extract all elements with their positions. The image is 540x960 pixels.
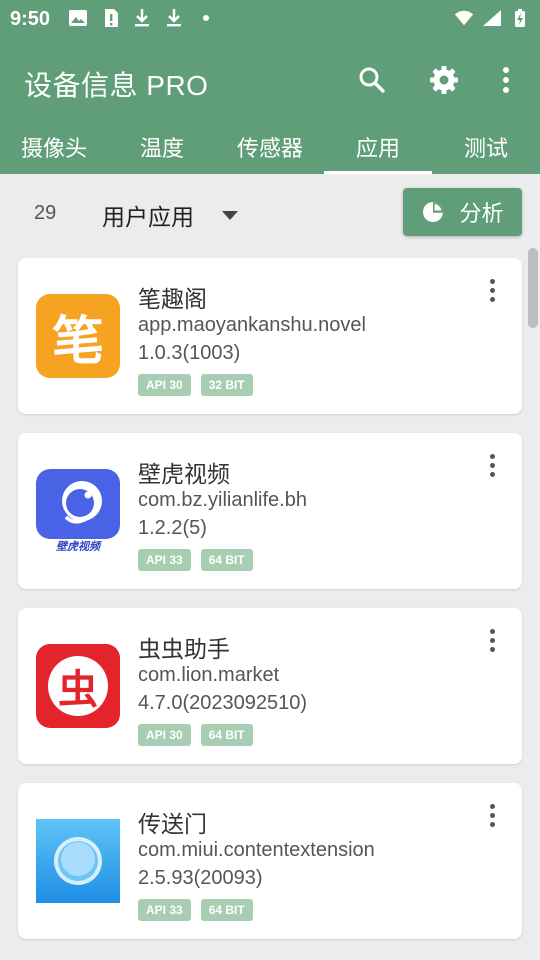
app-name: 壁虎视频 <box>138 461 230 487</box>
more-notifications-icon <box>196 8 216 28</box>
chongchong-app-icon: 虫 <box>36 644 120 728</box>
app-version: 1.0.3(1003) <box>138 342 241 364</box>
tab-camera[interactable]: 摄像头 <box>0 120 108 174</box>
notification-icons <box>68 8 216 28</box>
download-icon <box>132 8 152 28</box>
app-count: 29 <box>34 202 57 224</box>
search-button[interactable] <box>352 60 392 100</box>
app-version: 1.2.2(5) <box>138 517 207 539</box>
biquge-app-icon: 笔 <box>36 294 120 378</box>
app-badges: API 33 64 BIT <box>138 899 253 921</box>
bit-badge: 64 BIT <box>200 549 253 571</box>
app-badges: API 30 64 BIT <box>138 724 253 746</box>
app-badges: API 33 64 BIT <box>138 549 253 571</box>
signal-icon <box>482 8 502 28</box>
app-name: 笔趣阁 <box>138 286 207 312</box>
more-vert-icon <box>489 278 495 284</box>
api-badge: API 33 <box>138 899 191 921</box>
api-badge: API 30 <box>138 724 191 746</box>
more-vert-icon <box>489 453 495 459</box>
dropdown-caret-icon <box>222 210 238 220</box>
app-badges: API 30 32 BIT <box>138 374 253 396</box>
bit-badge: 64 BIT <box>200 724 253 746</box>
bit-badge: 64 BIT <box>200 899 253 921</box>
battery-charging-icon <box>510 8 530 28</box>
app-version: 2.5.93(20093) <box>138 867 263 889</box>
app-package: app.maoyankanshu.novel <box>138 314 366 336</box>
app-type-selected: 用户应用 <box>102 204 194 230</box>
overflow-menu-button[interactable] <box>486 60 526 100</box>
app-title: 设备信息 PRO <box>24 70 209 101</box>
status-bar: 9:50 <box>0 0 540 38</box>
app-package: com.lion.market <box>138 664 280 686</box>
analyze-label: 分析 <box>459 201 504 226</box>
pie-chart-icon <box>423 202 444 222</box>
app-card[interactable]: 虫 虫虫助手 com.lion.market 4.7.0(2023092510)… <box>18 608 522 764</box>
image-icon <box>68 8 88 28</box>
download-icon <box>164 8 184 28</box>
more-vert-icon <box>489 628 495 634</box>
sim-error-icon <box>100 8 120 28</box>
app-more-button[interactable] <box>478 276 506 304</box>
more-vert-icon <box>503 67 509 93</box>
wifi-icon <box>454 8 474 28</box>
gear-icon <box>430 66 458 94</box>
app-package: com.bz.yilianlife.bh <box>138 489 307 511</box>
bihu-app-icon: 壁虎视频 <box>36 469 120 553</box>
filter-bar: 29 用户应用 分析 <box>0 174 540 252</box>
system-icons <box>454 8 530 28</box>
search-icon <box>359 67 385 93</box>
api-badge: API 33 <box>138 549 191 571</box>
settings-button[interactable] <box>424 60 464 100</box>
bit-badge: 32 BIT <box>200 374 253 396</box>
tab-bar: 摄像头 温度 传感器 应用 测试 <box>0 120 540 174</box>
app-card[interactable]: 笔 笔趣阁 app.maoyankanshu.novel 1.0.3(1003)… <box>18 258 522 414</box>
app-more-button[interactable] <box>478 451 506 479</box>
tab-tests[interactable]: 测试 <box>432 120 540 174</box>
app-name: 传送门 <box>138 811 207 837</box>
app-card[interactable]: 传送门 com.miui.contentextension 2.5.93(200… <box>18 783 522 939</box>
analyze-button[interactable]: 分析 <box>403 188 522 236</box>
tab-sensors[interactable]: 传感器 <box>216 120 324 174</box>
app-more-button[interactable] <box>478 626 506 654</box>
app-bar: 设备信息 PRO <box>0 38 540 120</box>
app-more-button[interactable] <box>478 801 506 829</box>
app-package: com.miui.contentextension <box>138 839 375 861</box>
list-scrollbar[interactable] <box>528 248 538 328</box>
tab-temperature[interactable]: 温度 <box>108 120 216 174</box>
more-vert-icon <box>489 803 495 809</box>
status-time: 9:50 <box>10 8 51 30</box>
portal-app-icon <box>36 819 120 903</box>
app-name: 虫虫助手 <box>138 636 230 662</box>
app-card[interactable]: 壁虎视频 壁虎视频 com.bz.yilianlife.bh 1.2.2(5) … <box>18 433 522 589</box>
api-badge: API 30 <box>138 374 191 396</box>
app-version: 4.7.0(2023092510) <box>138 692 308 714</box>
app-type-dropdown[interactable]: 用户应用 <box>102 198 238 232</box>
tab-apps[interactable]: 应用 <box>324 120 432 174</box>
